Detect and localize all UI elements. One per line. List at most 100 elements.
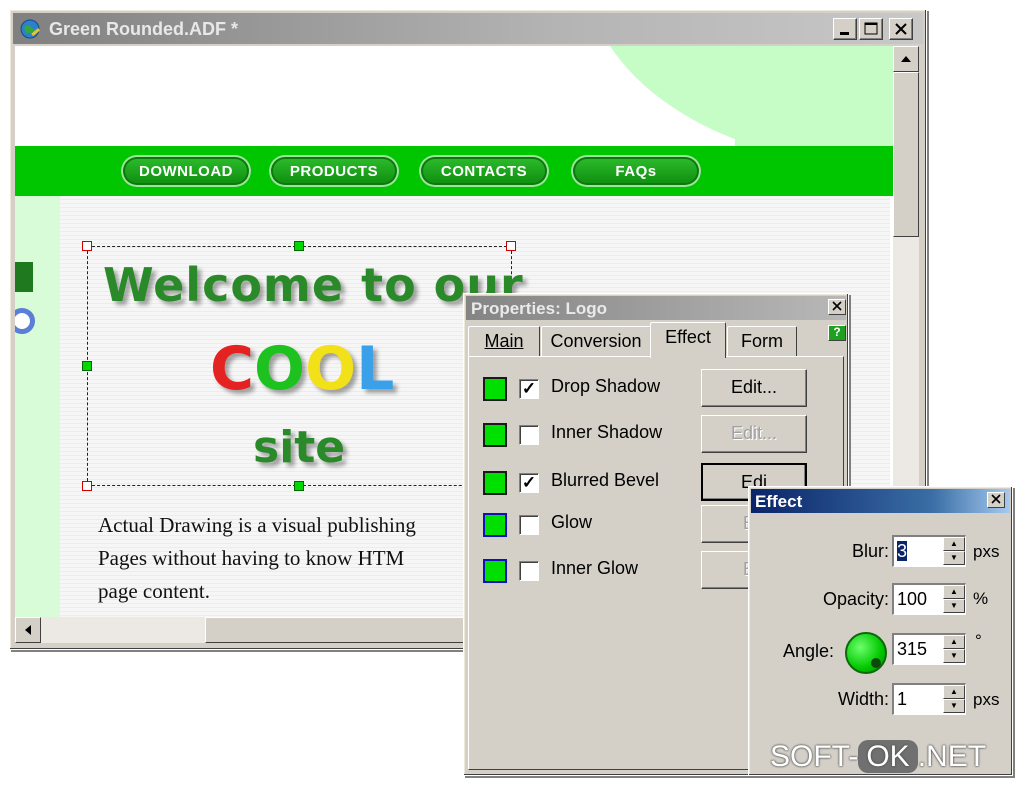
resize-handle-top-left[interactable] [82,241,92,251]
blur-spinbox[interactable]: 3 ▲ ▼ [892,535,966,567]
drop-shadow-edit-button[interactable]: Edit... [701,369,807,407]
document-titlebar[interactable]: Green Rounded.ADF * [13,13,923,44]
intro-line: Pages without having to know HTM [98,546,405,570]
logo-letter: O [305,334,357,404]
nav-contacts-button[interactable]: CONTACTS [419,155,549,187]
opacity-spin-buttons[interactable]: ▲ ▼ [943,585,965,613]
blurred-bevel-label: Blurred Bevel [551,470,660,490]
tab-effect[interactable]: Effect [650,322,726,358]
opacity-value: 100 [897,589,928,609]
opacity-label: Opacity: [822,589,889,609]
inner-shadow-checkbox[interactable] [519,425,539,445]
angle-label: Angle: [782,641,834,661]
watermark-right: .NET [917,740,987,773]
minimize-icon [840,32,849,35]
inner-shadow-color-swatch[interactable] [483,423,507,447]
nav-download-button[interactable]: DOWNLOAD [121,155,251,187]
blur-value: 3 [897,541,908,561]
effect-titlebar[interactable]: Effect [751,489,1010,513]
drop-shadow-color-swatch[interactable] [483,377,507,401]
inner-shadow-label: Inner Shadow [551,422,663,442]
logo-welcome-text: Welcome to our [103,258,524,312]
tab-label: Effect [665,327,711,347]
tab-main[interactable]: Main [468,326,540,356]
intro-line: page content. [98,579,210,603]
maximize-button[interactable] [859,18,883,40]
tab-label: Form [741,331,783,351]
opacity-spinbox[interactable]: 100 ▲ ▼ [892,583,966,615]
maximize-icon [864,22,878,35]
scroll-left-button[interactable] [15,617,41,643]
watermark-ok: OK [858,740,918,773]
resize-handle-bottom[interactable] [294,481,304,491]
site-nav-bar: DOWNLOAD PRODUCTS CONTACTS FAQs [15,146,893,196]
minimize-button[interactable] [833,18,857,40]
logo-letter: C [210,334,255,404]
spin-down-icon[interactable]: ▼ [943,649,965,663]
properties-close-button[interactable] [828,299,846,315]
inner-glow-label: Inner Glow [551,558,639,578]
tab-form[interactable]: Form [727,326,797,356]
width-label: Width: [837,689,889,709]
effect-close-button[interactable] [987,492,1005,508]
close-icon [991,494,1001,504]
glow-color-swatch[interactable] [483,513,507,537]
scroll-up-button[interactable] [893,46,919,72]
spin-up-icon[interactable]: ▲ [943,585,965,599]
inner-glow-checkbox[interactable] [519,561,539,581]
width-spinbox[interactable]: 1 ▲ ▼ [892,683,966,715]
help-button[interactable]: ? [828,325,846,341]
watermark: SOFT- OK .NET [770,740,986,774]
nav-faqs-button[interactable]: FAQs [571,155,701,187]
spin-up-icon[interactable]: ▲ [943,685,965,699]
tab-label: Main [484,331,524,351]
blurred-bevel-color-swatch[interactable] [483,471,507,495]
spin-down-icon[interactable]: ▼ [943,551,965,565]
left-sidebar-strip [15,196,60,617]
resize-handle-bottom-left[interactable] [82,481,92,491]
spin-up-icon[interactable]: ▲ [943,537,965,551]
drop-shadow-label: Drop Shadow [551,376,661,396]
resize-handle-top-right[interactable] [506,241,516,251]
effect-row-drop-shadow: ✓ Drop Shadow Edit... [469,369,829,407]
header-mint-fill [735,46,893,146]
tab-conversion[interactable]: Conversion [541,326,651,356]
angle-spin-buttons[interactable]: ▲ ▼ [943,635,965,663]
logo-letter: L [356,334,395,404]
angle-dial[interactable] [845,632,887,674]
blurred-bevel-checkbox[interactable]: ✓ [519,473,539,493]
close-icon [895,23,907,35]
glow-checkbox[interactable] [519,515,539,535]
logo-cool-text: COOL [210,334,394,404]
help-icon: ? [833,325,841,339]
horizontal-scroll-thumb[interactable] [205,617,475,643]
effect-row-inner-shadow: Inner Shadow Edit... [469,415,829,453]
sidebar-decoration [15,262,33,292]
angle-dial-indicator [871,658,881,668]
tab-label: Conversion [550,331,642,351]
properties-titlebar[interactable]: Properties: Logo [466,296,846,320]
spin-down-icon[interactable]: ▼ [943,599,965,613]
angle-spinbox[interactable]: 315 ▲ ▼ [892,633,966,665]
angle-value: 315 [897,639,928,659]
effect-dialog-title: Effect [755,492,803,511]
drop-shadow-checkbox[interactable]: ✓ [519,379,539,399]
inner-shadow-edit-button[interactable]: Edit... [701,415,807,453]
resize-handle-left[interactable] [82,361,92,371]
globe-pencil-icon [20,19,41,39]
arrow-left-icon [25,625,31,635]
spin-down-icon[interactable]: ▼ [943,699,965,713]
arrow-up-icon [901,56,911,62]
logo-letter: O [254,334,306,404]
effect-dialog: Effect Blur: 3 ▲ ▼ pxs Opacity: 100 ▲ ▼ % … [748,486,1013,776]
vertical-scroll-thumb[interactable] [893,72,919,237]
close-button[interactable] [889,18,913,40]
resize-handle-top[interactable] [294,241,304,251]
spin-up-icon[interactable]: ▲ [943,635,965,649]
width-spin-buttons[interactable]: ▲ ▼ [943,685,965,713]
blur-spin-buttons[interactable]: ▲ ▼ [943,537,965,565]
blur-label: Blur: [851,541,889,561]
document-title: Green Rounded.ADF * [49,19,239,39]
nav-products-button[interactable]: PRODUCTS [269,155,399,187]
inner-glow-color-swatch[interactable] [483,559,507,583]
